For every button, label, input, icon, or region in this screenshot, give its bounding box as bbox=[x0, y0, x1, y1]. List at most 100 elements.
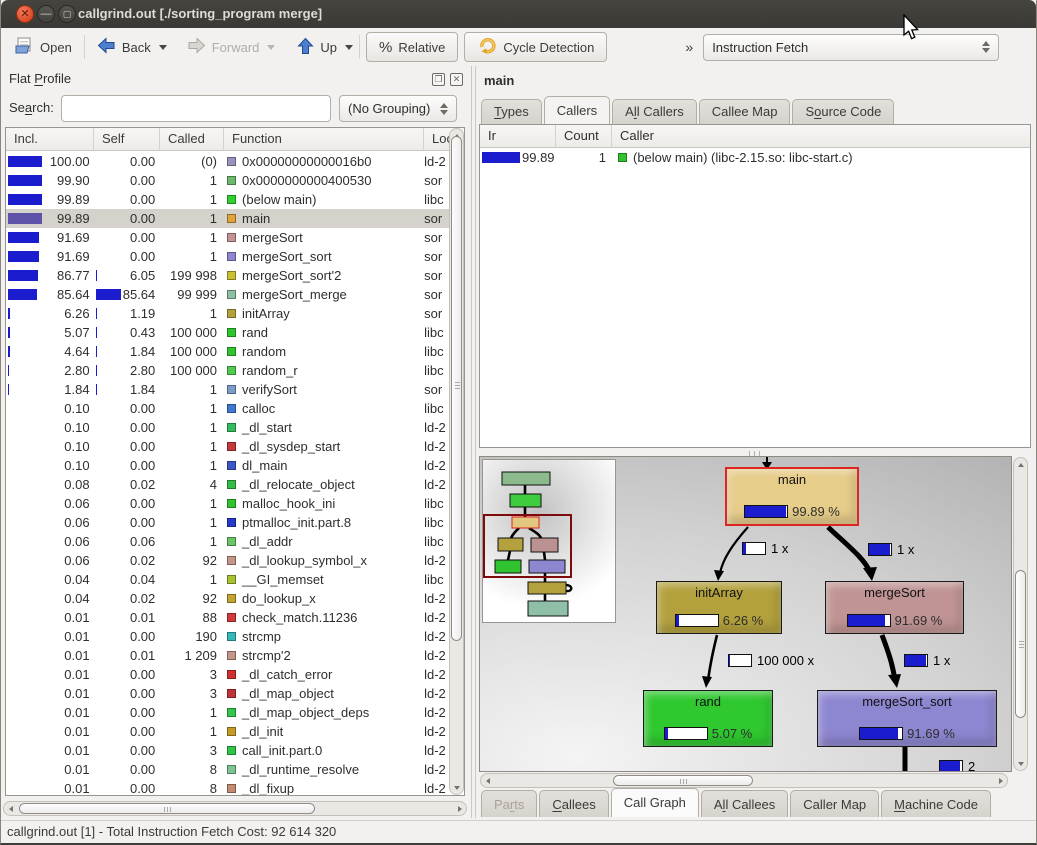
flat-profile-row[interactable]: 0.010.001_dl_initld-2 bbox=[6, 722, 449, 741]
minimap-viewport[interactable] bbox=[483, 514, 572, 578]
flat-profile-row[interactable]: 0.010.011 209strcmp'2ld-2 bbox=[6, 646, 449, 665]
tab-types[interactable]: Types bbox=[481, 99, 542, 124]
tab-callers[interactable]: Callers bbox=[544, 96, 610, 124]
column-header-count[interactable]: Count bbox=[556, 125, 612, 147]
flat-profile-row[interactable]: 1.841.841verifySortsor bbox=[6, 380, 449, 399]
column-header-self[interactable]: Self bbox=[94, 128, 160, 150]
tab-machine-code[interactable]: Machine Code bbox=[881, 790, 991, 817]
flat-profile-row[interactable]: 4.641.84100 000randomlibc bbox=[6, 342, 449, 361]
tab-callees[interactable]: Callees bbox=[539, 790, 608, 817]
function-color-icon bbox=[227, 613, 236, 622]
tab-caller-map[interactable]: Caller Map bbox=[790, 790, 879, 817]
graph-node-main[interactable]: main99.89 % bbox=[725, 467, 859, 526]
dock-close-icon[interactable]: ✕ bbox=[450, 73, 463, 86]
grouping-select[interactable]: (No Grouping) bbox=[339, 95, 457, 122]
toolbar-overflow-chevron[interactable]: » bbox=[685, 39, 693, 55]
flat-profile-row[interactable]: 0.010.003call_init.part.0ld-2 bbox=[6, 741, 449, 760]
back-button[interactable]: Back bbox=[91, 33, 157, 61]
flat-profile-row[interactable]: 0.100.001_dl_startld-2 bbox=[6, 418, 449, 437]
column-header-location[interactable]: Location bbox=[424, 128, 451, 150]
tab-parts[interactable]: Parts bbox=[481, 790, 537, 817]
graph-hscrollbar[interactable] bbox=[480, 773, 1008, 788]
graph-node-rand[interactable]: rand5.07 % bbox=[643, 690, 773, 747]
graph-node-initArray[interactable]: initArray6.26 % bbox=[656, 581, 782, 634]
window-close-button[interactable]: ✕ bbox=[16, 5, 34, 23]
flat-profile-row[interactable]: 86.776.05199 998mergeSort_sort'2sor bbox=[6, 266, 449, 285]
function-color-icon bbox=[227, 328, 236, 337]
flat-profile-hscrollbar[interactable] bbox=[3, 801, 467, 816]
caller-row[interactable]: 99.891(below main) (libc-2.15.so: libc-s… bbox=[480, 148, 1030, 167]
flat-profile-vscrollbar[interactable] bbox=[449, 128, 464, 795]
search-input[interactable] bbox=[61, 95, 331, 122]
tab-all-callees[interactable]: All Callees bbox=[701, 790, 788, 817]
graph-node-mergeSort_sort[interactable]: mergeSort_sort91.69 % bbox=[817, 690, 997, 747]
flat-profile-row[interactable]: 0.080.024_dl_relocate_objectld-2 bbox=[6, 475, 449, 494]
column-header-called[interactable]: Called bbox=[160, 128, 224, 150]
column-header-function[interactable]: Function bbox=[224, 128, 424, 150]
tab-call-graph[interactable]: Call Graph bbox=[611, 788, 699, 817]
event-type-select[interactable]: Instruction Fetch bbox=[703, 34, 999, 61]
flat-profile-row[interactable]: 0.060.001ptmalloc_init.part.8libc bbox=[6, 513, 449, 532]
dock-float-icon[interactable]: ❐ bbox=[432, 73, 445, 86]
callers-header-row[interactable]: Ir Count Caller bbox=[480, 125, 1030, 148]
flat-profile-row[interactable]: 0.010.003_dl_catch_errorld-2 bbox=[6, 665, 449, 684]
relative-toggle-button[interactable]: % Relative bbox=[366, 32, 458, 62]
flat-profile-row[interactable]: 91.690.001mergeSort_sortsor bbox=[6, 247, 449, 266]
flat-profile-row[interactable]: 99.890.001(below main)libc bbox=[6, 190, 449, 209]
flat-profile-header-row[interactable]: Incl. Self Called Function Location bbox=[6, 128, 464, 151]
graph-node-mergeSort[interactable]: mergeSort91.69 % bbox=[825, 581, 964, 634]
open-button[interactable]: Open bbox=[9, 33, 78, 62]
graph-vscrollbar[interactable] bbox=[1013, 457, 1028, 771]
graph-minimap[interactable] bbox=[482, 459, 616, 623]
dock-splitter[interactable] bbox=[475, 66, 476, 818]
flat-profile-row[interactable]: 100.000.00(0)0x00000000000016b0ld-2 bbox=[6, 152, 449, 171]
function-color-icon bbox=[227, 309, 236, 318]
flat-profile-row[interactable]: 99.900.0010x0000000000400530sor bbox=[6, 171, 449, 190]
back-dropdown-caret[interactable] bbox=[159, 45, 167, 50]
dock-splitter[interactable] bbox=[471, 66, 472, 818]
window-maximize-button[interactable]: ▢ bbox=[58, 5, 76, 23]
flat-profile-row[interactable]: 0.010.00190strcmpld-2 bbox=[6, 627, 449, 646]
flat-profile-row[interactable]: 0.060.0292_dl_lookup_symbol_xld-2 bbox=[6, 551, 449, 570]
flat-profile-row[interactable]: 0.060.061_dl_addrlibc bbox=[6, 532, 449, 551]
tab-all-callers[interactable]: All Callers bbox=[612, 99, 697, 124]
function-color-icon bbox=[227, 404, 236, 413]
tab-source-code[interactable]: Source Code bbox=[792, 99, 894, 124]
flat-profile-row[interactable]: 0.100.001_dl_sysdep_startld-2 bbox=[6, 437, 449, 456]
flat-profile-row[interactable]: 0.060.001malloc_hook_inilibc bbox=[6, 494, 449, 513]
up-dropdown-caret[interactable] bbox=[345, 45, 353, 50]
function-color-icon bbox=[227, 252, 236, 261]
status-text: callgrind.out [1] - Total Instruction Fe… bbox=[7, 824, 336, 839]
flat-profile-row[interactable]: 0.010.003_dl_map_objectld-2 bbox=[6, 684, 449, 703]
flat-profile-row[interactable]: 0.100.001dl_mainld-2 bbox=[6, 456, 449, 475]
flat-profile-row[interactable]: 6.261.191initArraysor bbox=[6, 304, 449, 323]
column-header-ir[interactable]: Ir bbox=[480, 125, 556, 147]
flat-profile-row[interactable]: 0.010.001_dl_map_object_depsld-2 bbox=[6, 703, 449, 722]
window-minimize-button[interactable]: — bbox=[37, 5, 55, 23]
flat-profile-row[interactable]: 0.040.041__GI_memsetlibc bbox=[6, 570, 449, 589]
function-color-icon bbox=[227, 575, 236, 584]
tab-callee-map[interactable]: Callee Map bbox=[699, 99, 791, 124]
title-bar[interactable]: ✕ — ▢ callgrind.out [./sorting_program m… bbox=[1, 0, 1036, 28]
flat-profile-row[interactable]: 5.070.43100 000randlibc bbox=[6, 323, 449, 342]
call-graph-canvas[interactable]: main99.89 % initArray6.26 % mergeSort91.69… bbox=[479, 456, 1012, 772]
flat-profile-row[interactable]: 0.100.001calloclibc bbox=[6, 399, 449, 418]
forward-button[interactable]: Forward bbox=[181, 33, 266, 61]
flat-profile-row[interactable]: 85.6485.6499 999mergeSort_mergesor bbox=[6, 285, 449, 304]
flat-profile-row[interactable]: 0.010.0188check_match.11236ld-2 bbox=[6, 608, 449, 627]
up-button[interactable]: Up bbox=[291, 33, 343, 62]
flat-profile-row[interactable]: 0.010.008_dl_fixupld-2 bbox=[6, 779, 449, 795]
edge-label-mergeSort_sort-down: 2 bbox=[939, 759, 979, 772]
cycle-detection-toggle-button[interactable]: Cycle Detection bbox=[464, 32, 607, 62]
flat-profile-row[interactable]: 91.690.001mergeSortsor bbox=[6, 228, 449, 247]
flat-profile-row[interactable]: 0.040.0292do_lookup_xld-2 bbox=[6, 589, 449, 608]
search-label: Search: bbox=[9, 100, 54, 115]
flat-profile-row[interactable]: 2.802.80100 000random_rlibc bbox=[6, 361, 449, 380]
flat-profile-row[interactable]: 0.010.008_dl_runtime_resolveld-2 bbox=[6, 760, 449, 779]
column-header-incl[interactable]: Incl. bbox=[6, 128, 94, 150]
flat-profile-row[interactable]: 99.890.001mainsor bbox=[6, 209, 449, 228]
spinner-arrows-icon bbox=[974, 41, 990, 53]
function-color-icon bbox=[227, 708, 236, 717]
forward-dropdown-caret[interactable] bbox=[267, 45, 275, 50]
column-header-caller[interactable]: Caller bbox=[612, 125, 1030, 147]
